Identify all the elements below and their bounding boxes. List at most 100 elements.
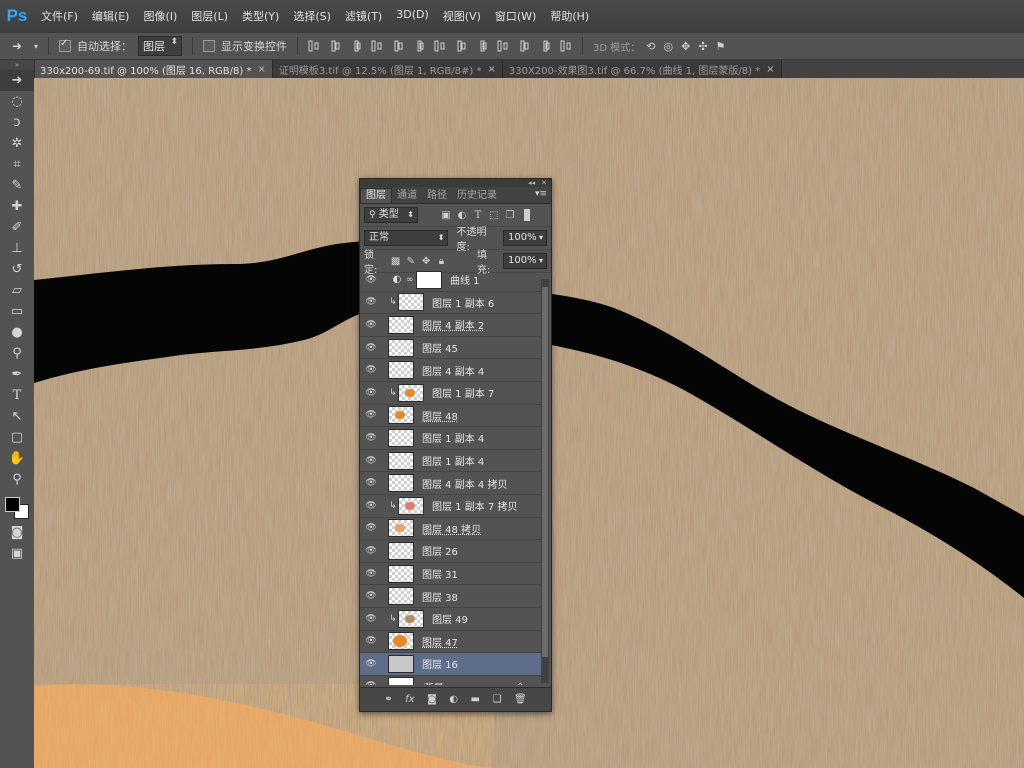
- visibility-eye-icon[interactable]: 👁︎: [360, 523, 382, 533]
- filter-shape-icon[interactable]: ⬚: [488, 209, 500, 221]
- 3d-slide-icon[interactable]: ✣: [698, 40, 707, 53]
- collapse-panel-icon[interactable]: ◂◂: [528, 179, 535, 187]
- filter-smart-object-icon[interactable]: ❐: [504, 209, 516, 221]
- align-bottom-edges-icon[interactable]: [350, 40, 362, 52]
- close-tab-icon[interactable]: ×: [257, 64, 265, 75]
- layer-thumbnail[interactable]: [388, 519, 414, 538]
- close-tab-icon[interactable]: ×: [488, 64, 496, 75]
- layer-row[interactable]: 👁︎ 图层 48: [360, 405, 541, 428]
- visibility-eye-icon[interactable]: 👁︎: [360, 659, 382, 669]
- layer-thumbnail[interactable]: [398, 496, 424, 515]
- visibility-eye-icon[interactable]: 👁︎: [360, 320, 382, 330]
- layer-row[interactable]: 👁︎ 图层 1 副本 4: [360, 427, 541, 450]
- visibility-eye-icon[interactable]: 👁︎: [360, 456, 382, 466]
- move-tool-icon[interactable]: ➜: [0, 70, 34, 91]
- close-tab-icon[interactable]: ×: [766, 64, 774, 75]
- fill-input[interactable]: 100% ▾: [502, 253, 547, 269]
- visibility-eye-icon[interactable]: 👁︎: [360, 410, 382, 420]
- lock-transparent-icon[interactable]: ▩: [390, 255, 401, 267]
- align-left-edges-icon[interactable]: [371, 40, 383, 52]
- layer-row[interactable]: 👁︎ 图层 4 副本 4: [360, 359, 541, 382]
- hand-tool-icon[interactable]: ✋: [0, 448, 34, 469]
- layer-row[interactable]: 👁︎ ◐ ∞ 曲线 1: [360, 269, 541, 292]
- menu-4[interactable]: 类型(Y): [235, 8, 286, 24]
- 3d-pan-icon[interactable]: ✥: [681, 40, 690, 53]
- document-tab[interactable]: 证明模板3.tif @ 12.5% (图层 1, RGB/8#) * ×: [272, 60, 503, 78]
- blend-mode-dropdown[interactable]: 正常 ⬍: [364, 230, 449, 246]
- panel-tab-0[interactable]: 图层: [360, 188, 392, 203]
- layer-row[interactable]: 👁︎ ↳ 图层 1 副本 6: [360, 292, 541, 315]
- align-horizontal-centers-icon[interactable]: [392, 40, 404, 52]
- layer-row[interactable]: 👁︎ 图层 48 拷贝: [360, 518, 541, 541]
- scrollbar-thumb[interactable]: [542, 287, 548, 657]
- blur-tool-icon[interactable]: ●: [0, 322, 34, 343]
- panel-tab-1[interactable]: 通道: [392, 189, 422, 203]
- foreground-color-swatch[interactable]: [5, 497, 20, 512]
- pen-tool-icon[interactable]: ✒: [0, 364, 34, 385]
- move-tool-preset-icon[interactable]: ➜: [6, 36, 28, 56]
- mask-link-icon[interactable]: ∞: [406, 275, 416, 285]
- marquee-tool-icon[interactable]: ◌: [0, 91, 34, 112]
- align-right-edges-icon[interactable]: [413, 40, 425, 52]
- filter-toggle-icon[interactable]: [524, 209, 530, 221]
- auto-select-checkbox[interactable]: [59, 38, 72, 52]
- layer-thumbnail[interactable]: [388, 541, 414, 560]
- menu-0[interactable]: 文件(F): [34, 8, 85, 24]
- visibility-eye-icon[interactable]: 👁︎: [360, 614, 382, 624]
- toolbar-grip-icon[interactable]: »: [0, 60, 34, 70]
- eraser-tool-icon[interactable]: ▱: [0, 280, 34, 301]
- show-transform-checkbox[interactable]: [203, 40, 216, 52]
- layer-row[interactable]: 👁︎ 图层 26: [360, 540, 541, 563]
- 3d-scale-icon[interactable]: ⚑: [716, 40, 726, 53]
- visibility-eye-icon[interactable]: 👁︎: [360, 636, 382, 646]
- visibility-eye-icon[interactable]: 👁︎: [360, 546, 382, 556]
- filter-kind-dropdown[interactable]: ⚲ 类型 ⬍: [364, 207, 418, 223]
- screen-mode-icon[interactable]: ▣: [0, 543, 34, 564]
- layer-row[interactable]: 👁︎ 图层 45: [360, 337, 541, 360]
- layer-thumbnail[interactable]: [388, 654, 414, 673]
- menu-2[interactable]: 图像(I): [136, 8, 184, 24]
- layer-thumbnail[interactable]: [388, 451, 414, 470]
- visibility-eye-icon[interactable]: 👁︎: [360, 343, 382, 353]
- align-top-edges-icon[interactable]: [308, 40, 320, 52]
- layer-thumbnail[interactable]: [388, 361, 414, 380]
- filter-pixel-icon[interactable]: ▣: [440, 209, 452, 221]
- menu-1[interactable]: 编辑(E): [85, 8, 137, 24]
- eyedropper-tool-icon[interactable]: ✎: [0, 175, 34, 196]
- layer-thumbnail[interactable]: [388, 632, 414, 651]
- 3d-rotate-icon[interactable]: ⟲: [646, 40, 655, 53]
- layer-thumbnail[interactable]: [388, 315, 414, 334]
- visibility-eye-icon[interactable]: 👁︎: [360, 591, 382, 601]
- distribute-right-icon[interactable]: [539, 40, 551, 52]
- layer-row[interactable]: 👁︎ 图层 47: [360, 631, 541, 654]
- distribute-hcenter-icon[interactable]: [518, 40, 530, 52]
- lock-image-icon[interactable]: ✎: [405, 255, 416, 267]
- layer-thumbnail[interactable]: [388, 406, 414, 425]
- layer-row[interactable]: 👁︎ 背景 ⌂: [360, 676, 541, 685]
- layer-thumbnail[interactable]: [388, 677, 414, 685]
- align-vertical-centers-icon[interactable]: [329, 40, 341, 52]
- layer-list-scrollbar[interactable]: [541, 279, 549, 683]
- lock-position-icon[interactable]: ✥: [420, 255, 431, 267]
- adjustment-icon[interactable]: ◐: [449, 694, 458, 705]
- layer-thumbnail[interactable]: [416, 270, 442, 289]
- mask-icon[interactable]: ◙: [427, 694, 437, 705]
- new-layer-icon[interactable]: ❑: [492, 694, 501, 705]
- layer-row[interactable]: 👁︎ 图层 4 副本 4 拷贝: [360, 472, 541, 495]
- layer-row[interactable]: 👁︎ ↳ 图层 1 副本 7 拷贝: [360, 495, 541, 518]
- menu-10[interactable]: 帮助(H): [543, 8, 596, 24]
- lasso-tool-icon[interactable]: ↄ: [0, 112, 34, 133]
- clone-stamp-tool-icon[interactable]: ⊥: [0, 238, 34, 259]
- layer-row[interactable]: 👁︎ 图层 1 副本 4: [360, 450, 541, 473]
- distribute-left-icon[interactable]: [497, 40, 509, 52]
- healing-brush-tool-icon[interactable]: ✚: [0, 196, 34, 217]
- visibility-eye-icon[interactable]: 👁︎: [360, 478, 382, 488]
- layer-thumbnail[interactable]: [388, 338, 414, 357]
- layer-thumbnail[interactable]: [388, 587, 414, 606]
- lock-all-icon[interactable]: 🔒︎: [436, 255, 447, 267]
- document-tab[interactable]: 330x200-69.tif @ 100% (图层 16, RGB/8) * ×: [34, 60, 273, 78]
- preset-caret-icon[interactable]: ▾: [34, 42, 38, 51]
- dodge-tool-icon[interactable]: ⚲: [0, 343, 34, 364]
- visibility-eye-icon[interactable]: 👁︎: [360, 365, 382, 375]
- menu-6[interactable]: 滤镜(T): [338, 8, 389, 24]
